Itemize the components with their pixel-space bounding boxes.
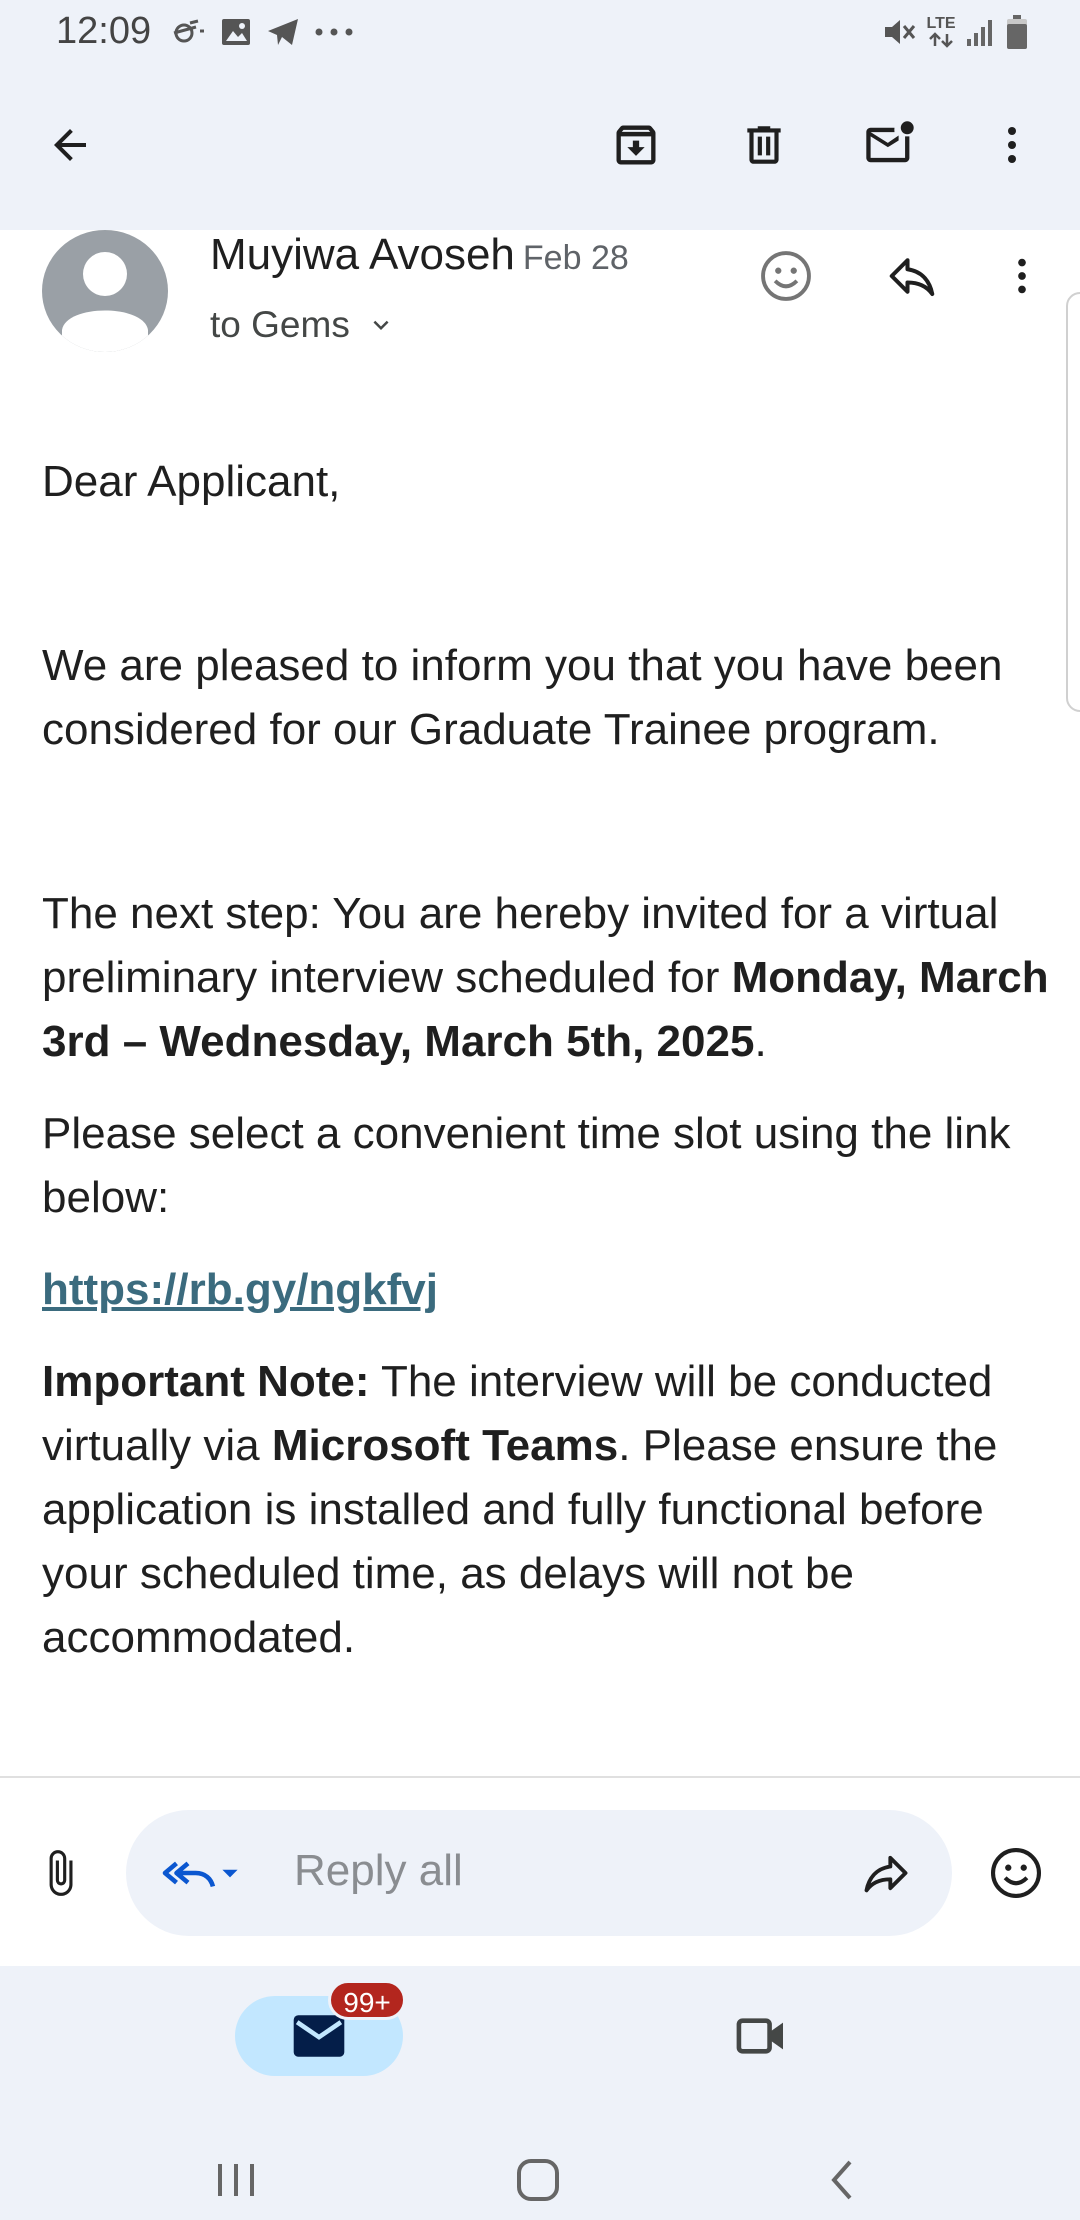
more-options-button[interactable] xyxy=(972,105,1052,185)
nav-meet-tab[interactable] xyxy=(720,1996,800,2076)
image-icon xyxy=(220,17,252,47)
status-bar: 12:09 LTE xyxy=(0,0,1080,66)
email-content[interactable]: Muyiwa Avoseh Feb 28 to Gems Dear Applica… xyxy=(0,230,1080,1776)
reply-placeholder: Reply all xyxy=(294,1846,463,1895)
sender-line: Muyiwa Avoseh Feb 28 xyxy=(210,230,629,280)
delete-button[interactable] xyxy=(724,105,804,185)
add-reaction-button[interactable] xyxy=(746,236,826,316)
note-label: Important Note: xyxy=(42,1357,370,1406)
attachment-icon xyxy=(49,1850,73,1896)
mail-icon xyxy=(293,2015,345,2057)
arrow-back-icon xyxy=(54,129,86,161)
emoji-button[interactable] xyxy=(976,1833,1056,1913)
sender-avatar[interactable] xyxy=(42,230,168,352)
archive-button[interactable] xyxy=(596,105,676,185)
body-paragraph-schedule: The next step: You are hereby invited fo… xyxy=(42,889,1049,1066)
reply-bar: Reply all xyxy=(0,1776,1080,1966)
signal-icon xyxy=(966,17,996,47)
chevron-down-icon xyxy=(373,320,389,330)
reply-button[interactable] xyxy=(872,236,952,316)
emoji-icon xyxy=(990,1847,1042,1899)
app-bar xyxy=(0,66,1080,230)
body-paragraph: We are pleased to inform you that you ha… xyxy=(42,641,1003,754)
sender-name: Muyiwa Avoseh xyxy=(210,230,515,279)
bottom-navigation: 99+ xyxy=(0,1966,1080,2220)
home-button[interactable] xyxy=(514,2150,562,2210)
unread-badge: 99+ xyxy=(328,1980,406,2020)
email-date: Feb 28 xyxy=(522,239,629,277)
person-icon xyxy=(62,252,148,352)
forward-icon xyxy=(864,1855,908,1893)
status-system-icons: LTE xyxy=(882,12,1028,52)
weather-icon xyxy=(170,17,206,47)
reply-all-input[interactable]: Reply all xyxy=(126,1810,952,1936)
emoji-icon xyxy=(761,251,811,301)
system-back-button[interactable] xyxy=(822,2150,862,2210)
lte-icon: LTE xyxy=(926,16,956,48)
recent-apps-icon xyxy=(218,2164,254,2196)
body-paragraph-instructions: Please select a convenient time slot usi… xyxy=(42,1109,1011,1222)
mark-unread-icon xyxy=(866,121,914,163)
telegram-icon xyxy=(266,17,300,47)
reply-all-icon xyxy=(162,1861,216,1888)
more-dots-icon xyxy=(314,27,354,37)
home-icon xyxy=(517,2159,559,2201)
more-vert-icon xyxy=(1008,127,1016,163)
delete-icon xyxy=(747,126,781,164)
back-button[interactable] xyxy=(30,105,110,185)
reply-icon xyxy=(889,258,935,297)
teams-mention: Microsoft Teams xyxy=(271,1421,619,1470)
recipient-label: to Gems xyxy=(210,304,350,345)
more-vert-icon xyxy=(1018,258,1026,294)
battery-icon xyxy=(1006,14,1028,50)
message-more-button[interactable] xyxy=(982,236,1062,316)
dropdown-arrow-icon xyxy=(222,1869,238,1878)
status-time: 12:09 xyxy=(56,10,152,52)
scheduling-link[interactable]: https://rb.gy/ngkfvj xyxy=(42,1265,438,1314)
body-paragraph-note: Important Note: The interview will be co… xyxy=(42,1357,998,1662)
recipient-details-toggle[interactable]: to Gems xyxy=(210,304,396,346)
chevron-left-icon xyxy=(831,2160,852,2200)
greeting-text: Dear Applicant, xyxy=(42,457,341,506)
reply-type-selector[interactable] xyxy=(146,1833,256,1913)
attach-button[interactable] xyxy=(20,1833,100,1913)
archive-icon xyxy=(616,125,656,165)
mute-icon xyxy=(882,16,916,48)
mark-unread-button[interactable] xyxy=(850,105,930,185)
recent-apps-button[interactable] xyxy=(212,2150,260,2210)
forward-button[interactable] xyxy=(846,1833,926,1913)
email-body: Dear Applicant, We are pleased to inform… xyxy=(42,450,1052,1670)
scrollbar-thumb[interactable] xyxy=(1066,292,1080,712)
status-notification-icons xyxy=(170,14,354,50)
video-camera-icon xyxy=(736,2018,783,2054)
